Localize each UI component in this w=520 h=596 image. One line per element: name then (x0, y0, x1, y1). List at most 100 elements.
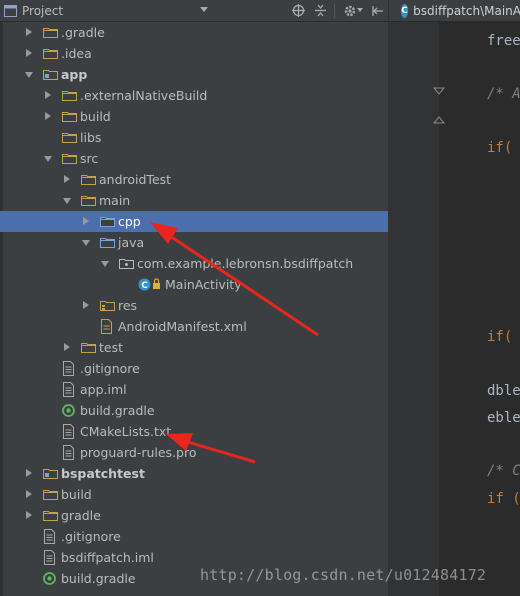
code-line: dble (487, 383, 520, 399)
editor-tab[interactable]: C bsdiffpatch\MainA (389, 0, 520, 22)
code-line: /* C (487, 463, 520, 479)
tree-item[interactable]: cpp (0, 211, 388, 232)
folder-icon (62, 132, 77, 143)
tree-item[interactable]: androidTest (0, 169, 388, 190)
tree-item[interactable]: CMakeLists.txt (0, 421, 388, 442)
tree-item-label: app.iml (80, 382, 127, 397)
tree-item[interactable]: app (0, 64, 388, 85)
chevron-down-icon[interactable] (63, 198, 71, 204)
chevron-right-icon[interactable] (45, 112, 51, 120)
tree-item[interactable]: test (0, 337, 388, 358)
tree-item-label: src (80, 151, 99, 166)
gradle-icon (43, 571, 56, 586)
tree-item-label: .idea (61, 46, 92, 61)
class-icon: C (401, 3, 409, 18)
tree-item-label: bsdiffpatch.iml (61, 550, 154, 565)
source-folder-icon (100, 237, 115, 248)
folder-icon (62, 153, 77, 164)
tree-item[interactable]: res (0, 295, 388, 316)
chevron-right-icon[interactable] (83, 217, 89, 225)
watermark-text: http://blog.csdn.net/u012484172 (200, 566, 487, 584)
chevron-right-icon[interactable] (64, 175, 70, 183)
chevron-right-icon[interactable] (26, 469, 32, 477)
folder-icon (81, 195, 96, 206)
tree-item[interactable]: proguard-rules.pro (0, 442, 388, 463)
crosshair-icon[interactable] (291, 3, 306, 18)
class-icon: C (138, 277, 160, 292)
tree-item[interactable]: C MainActivity (0, 274, 388, 295)
tree-item-label: com.example.lebronsn.bsdiffpatch (137, 256, 354, 271)
chevron-right-icon[interactable] (45, 91, 51, 99)
file-icon (62, 361, 75, 376)
chevron-right-icon[interactable] (26, 511, 32, 519)
hide-panel-icon[interactable] (370, 3, 385, 18)
tree-item-label: res (118, 298, 138, 313)
tree-item[interactable]: .gitignore (0, 526, 388, 547)
tree-item-label: cpp (118, 214, 141, 229)
source-folder-icon (100, 216, 115, 227)
gear-icon[interactable] (342, 3, 357, 18)
tree-item-label: bspatchtest (61, 466, 145, 481)
svg-text:C: C (141, 281, 148, 291)
tree-item[interactable]: com.example.lebronsn.bsdiffpatch (0, 253, 388, 274)
tree-item-label: MainActivity (165, 277, 242, 292)
tree-item-label: .gitignore (61, 529, 121, 544)
tree-item[interactable]: bsdiffpatch.iml (0, 547, 388, 568)
chevron-down-icon[interactable] (82, 240, 90, 246)
tree-item-label: test (99, 340, 124, 355)
tree-item[interactable]: java (0, 232, 388, 253)
tree-item[interactable]: AndroidManifest.xml (0, 316, 388, 337)
tree-item[interactable]: .gradle (0, 22, 388, 43)
fold-marker-icon[interactable] (433, 112, 445, 124)
tree-item[interactable]: .idea (0, 43, 388, 64)
chevron-right-icon[interactable] (26, 49, 32, 57)
project-icon (4, 4, 17, 17)
module-folder-icon (43, 468, 58, 479)
tree-item[interactable]: build (0, 106, 388, 127)
chevron-down-icon[interactable] (25, 72, 33, 78)
file-icon (62, 445, 75, 460)
tree-item[interactable]: build (0, 484, 388, 505)
chevron-down-icon[interactable] (357, 8, 363, 12)
tree-item-label: .gitignore (80, 361, 140, 376)
folder-icon (81, 342, 96, 353)
tree-item[interactable]: gradle (0, 505, 388, 526)
chevron-right-icon[interactable] (26, 490, 32, 498)
tree-item[interactable]: libs (0, 127, 388, 148)
tree-item[interactable]: bspatchtest (0, 463, 388, 484)
folder-icon (62, 90, 77, 101)
tree-item-label: .gradle (61, 25, 105, 40)
tree-item-label: app (61, 67, 88, 82)
folder-icon (62, 111, 77, 122)
chevron-right-icon[interactable] (64, 343, 70, 351)
editor-panel: C bsdiffpatch\MainA free /* A if(if(dble eb… (388, 0, 520, 596)
tree-item[interactable]: app.iml (0, 379, 388, 400)
folder-icon (43, 510, 58, 521)
gradle-icon (62, 403, 75, 418)
tree-item-label: androidTest (99, 172, 172, 187)
chevron-right-icon[interactable] (83, 301, 89, 309)
collapse-all-icon[interactable] (313, 3, 328, 18)
tree-item-label: main (99, 193, 131, 208)
folder-icon (43, 489, 58, 500)
code-line: free (487, 33, 520, 49)
tree-item-label: AndroidManifest.xml (118, 319, 247, 334)
code-line: if( (487, 329, 513, 345)
file-icon (62, 424, 75, 439)
tree-item-label: CMakeLists.txt (80, 424, 172, 439)
tree-item[interactable]: build.gradle (0, 400, 388, 421)
chevron-down-icon[interactable] (44, 156, 52, 162)
tree-item-label: build (61, 487, 92, 502)
tree-item[interactable]: src (0, 148, 388, 169)
fold-marker-icon[interactable] (433, 87, 445, 99)
tree-item[interactable]: main (0, 190, 388, 211)
project-view-selector[interactable]: Project (4, 2, 212, 19)
chevron-right-icon[interactable] (26, 28, 32, 36)
tree-item[interactable]: .gitignore (0, 358, 388, 379)
tree-item[interactable]: .externalNativeBuild (0, 85, 388, 106)
file-icon (43, 550, 56, 565)
tree-item-label: .externalNativeBuild (80, 88, 208, 103)
tree-item-label: libs (80, 130, 102, 145)
chevron-down-icon[interactable] (101, 261, 109, 267)
tree-item-label: build (80, 109, 111, 124)
